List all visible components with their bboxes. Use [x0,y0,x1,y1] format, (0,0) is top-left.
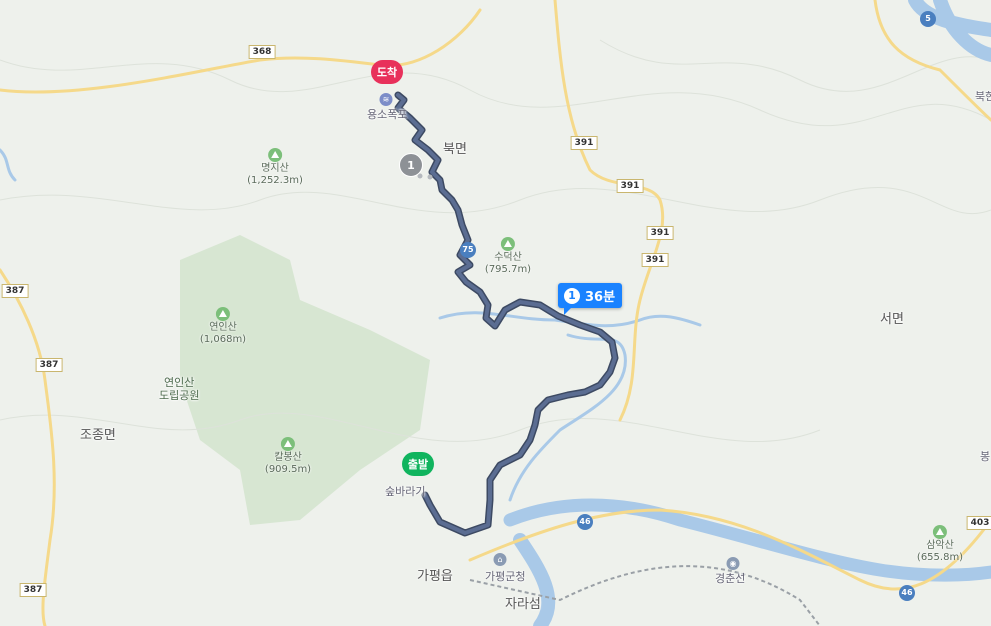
route-time-badge[interactable]: 1 36분 [558,283,623,315]
place-label-gyeongchun: 경춘선 [715,572,746,585]
place-label-start: 숲바라기 [385,485,426,498]
origin-pin-label: 출발 [402,452,434,476]
waterfall-icon: ≋ [379,93,393,106]
area-label-jojongmyeon: 조종면 [80,428,116,443]
road-shield-46: 46 [899,585,915,601]
mountain-marker[interactable]: 연인산 (1,068m) [200,307,246,346]
waypoint-marker[interactable]: 1 [399,153,423,177]
mountain-marker[interactable]: 명지산 (1,252.3m) [247,148,303,187]
place-label-yeonin-park: 연인산 도립공원 [159,376,200,402]
road-shield-391: 391 [570,136,598,150]
route-time-text: 36분 [585,290,616,305]
mountain-icon [932,525,947,539]
route-road-marker: 75 [460,242,476,258]
road-shield-403: 403 [966,516,991,530]
mountain-icon [500,237,515,251]
place-label-end: 용소폭포 [367,108,408,121]
road-shield-391: 391 [641,253,669,267]
mountain-icon [280,437,295,451]
map-canvas[interactable] [0,0,991,626]
place-label-jaraseom: 자라섬 [505,597,541,612]
road-shield-391: 391 [616,179,644,193]
destination-pin[interactable]: 도착 [371,60,403,84]
mountain-icon [268,148,282,162]
place-label-bong-edge: 봉 [980,450,991,463]
road-shield-46: 46 [577,514,593,530]
station-icon: ◉ [726,557,740,570]
road-shield-368: 368 [248,45,276,59]
place-label-buk-edge: 북한 [975,90,991,103]
origin-pin[interactable]: 출발 [402,452,434,476]
road-shield-387: 387 [1,284,29,298]
place-label-gapyeong-gun: 가평군청 [485,570,526,583]
office-icon: ⌂ [493,553,507,566]
route-index-icon: 1 [564,287,580,304]
mountain-icon [215,307,230,321]
road-shield-387: 387 [19,583,47,597]
destination-pin-label: 도착 [371,60,403,84]
area-label-gapyeongeup: 가평읍 [417,569,453,584]
road-shield-391: 391 [646,226,674,240]
area-label-bukmyeon: 북면 [443,142,467,157]
road-shield-387: 387 [35,358,63,372]
mountain-marker[interactable]: 삼악산 (655.8m) [917,525,963,564]
mountain-marker[interactable]: 칼봉산 (909.5m) [265,437,311,476]
area-label-seomyeon: 서면 [880,312,904,327]
mountain-marker[interactable]: 수덕산 (795.7m) [485,237,531,276]
road-shield-5: 5 [920,11,936,27]
